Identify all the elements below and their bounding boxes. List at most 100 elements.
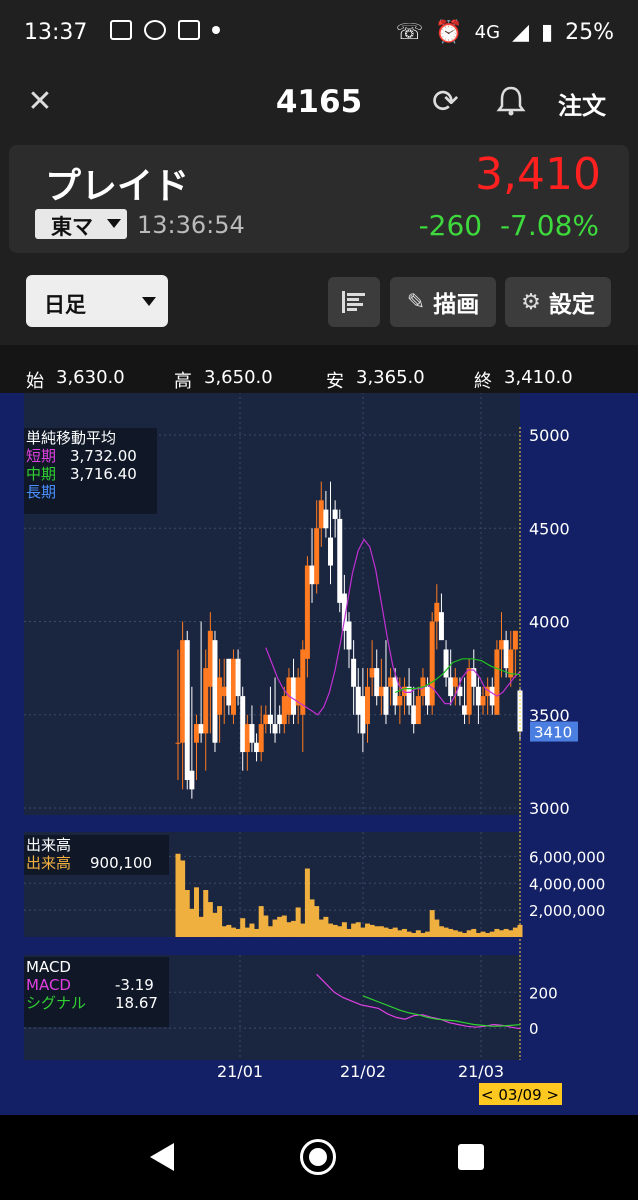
- volume-bar: [337, 926, 343, 937]
- volume-bar: [489, 931, 495, 937]
- chart-area[interactable]: 21/01 21/02 21/03 3000 3500 4000 4500 5000 3410 <…: [0, 27, 638, 1115]
- candle-up: [180, 640, 186, 743]
- volume-bar: [328, 923, 334, 937]
- volume-bar: [401, 928, 407, 937]
- ma-legend-value: 3,732.00: [70, 447, 137, 465]
- ma-legend-name: 中期: [26, 465, 56, 483]
- market-select[interactable]: 東マ: [35, 209, 127, 239]
- candle-up: [314, 528, 320, 585]
- battery-level: 25%: [565, 20, 614, 45]
- volume-bar: [397, 930, 403, 937]
- volume-bar: [291, 920, 297, 937]
- settings-button[interactable]: ⚙ 設定: [505, 277, 611, 327]
- volume-bar: [378, 926, 384, 937]
- candle-down: [291, 677, 297, 715]
- volume-bar: [235, 928, 241, 937]
- volume-bar: [475, 932, 481, 937]
- notification-icons: [110, 20, 220, 40]
- candle-up: [429, 621, 435, 706]
- period-select[interactable]: 日足: [26, 275, 168, 327]
- volume-bar: [212, 912, 218, 937]
- change-value: -260: [418, 209, 483, 242]
- macd-legend-value: -3.19: [115, 976, 154, 994]
- candle-down: [198, 724, 204, 734]
- low-value: 3,365.0: [356, 367, 425, 388]
- candle-up: [388, 677, 394, 687]
- candle-up: [281, 696, 287, 725]
- candle-down: [503, 640, 509, 669]
- volume-bar: [471, 928, 477, 937]
- recents-icon[interactable]: [458, 1144, 484, 1170]
- volume-bar: [503, 928, 509, 937]
- candle-up: [193, 724, 199, 743]
- candle-up: [466, 668, 472, 715]
- status-time: 13:37: [24, 20, 88, 45]
- volume-bar: [452, 930, 458, 937]
- ohlc-row: 始 3,630.0 高 3,650.0 安 3,365.0 終 3,410.0: [0, 345, 638, 393]
- candle-up: [512, 630, 518, 650]
- volume-bar: [258, 906, 264, 937]
- x-tick-label: 21/01: [217, 1062, 263, 1081]
- candle-down: [425, 686, 431, 706]
- candle-up: [378, 686, 384, 697]
- close-label: 終: [474, 371, 492, 392]
- back-icon[interactable]: [150, 1143, 174, 1171]
- volume-bar: [254, 928, 260, 937]
- high-value: 3,650.0: [204, 367, 273, 388]
- volume-bar: [346, 928, 352, 937]
- volume-bar: [221, 926, 227, 937]
- candle-up: [304, 565, 310, 659]
- volume-bar: [434, 919, 440, 937]
- candle-down: [374, 668, 380, 697]
- indicator-button[interactable]: [328, 277, 380, 327]
- update-time: 13:36:54: [137, 211, 245, 239]
- volume-bar: [508, 930, 514, 937]
- order-button[interactable]: 注文: [558, 86, 606, 121]
- settings-label: 設定: [548, 292, 595, 318]
- volume-bar: [189, 908, 195, 937]
- signal-icon: ◢: [512, 20, 529, 45]
- volume-legend-title: 出来高: [26, 836, 71, 854]
- volume-bar: [323, 916, 329, 937]
- volume-bar: [466, 930, 472, 937]
- alarm-icon: ⏰: [435, 20, 463, 45]
- draw-button[interactable]: ✎ 描画: [390, 277, 496, 327]
- refresh-icon[interactable]: ⟳: [432, 82, 459, 120]
- ma-legend-name: 長期: [26, 483, 56, 501]
- volume-tick-label: 4,000,000: [529, 875, 605, 893]
- x-tick-label: 21/02: [340, 1062, 386, 1081]
- volume-bar: [295, 907, 301, 937]
- system-nav-bar: [0, 1115, 638, 1200]
- candle-up: [203, 668, 209, 734]
- chart-svg[interactable]: 21/01 21/02 21/03300035004000450050003410<…: [0, 27, 638, 1115]
- candle-down: [448, 677, 454, 697]
- candle-down: [351, 658, 357, 687]
- candle-down: [189, 770, 195, 790]
- volume-bar: [517, 924, 523, 937]
- bell-icon[interactable]: [494, 84, 528, 118]
- candle-up: [434, 602, 440, 622]
- ma-legend-title: 単純移動平均: [26, 429, 116, 447]
- app-header: ✕ 4165 ⟳ 注文: [0, 70, 638, 136]
- volume-bar: [249, 923, 255, 937]
- candle-down: [475, 686, 481, 706]
- volume-legend-value: 900,100: [90, 854, 152, 872]
- volume-tick-label: 2,000,000: [529, 902, 605, 920]
- volume-bar: [443, 927, 449, 937]
- home-icon[interactable]: [300, 1139, 336, 1175]
- volume-bar: [175, 853, 181, 937]
- volume-bar: [318, 919, 324, 937]
- y-tick-label: 3000: [529, 799, 570, 818]
- volume-bar: [448, 928, 454, 937]
- volume-bar: [244, 927, 250, 937]
- gear-icon: ⚙: [521, 289, 541, 315]
- candle-down: [328, 537, 334, 566]
- pencil-icon: ✎: [406, 289, 426, 315]
- chart-toolbar: 日足 ✎ 描画 ⚙ 設定: [0, 253, 638, 345]
- volume-bar: [485, 932, 491, 937]
- volume-bar: [281, 915, 287, 937]
- volume-bar: [351, 923, 357, 937]
- bars-icon: [342, 291, 365, 313]
- volume-bar: [184, 890, 190, 937]
- draw-label: 描画: [433, 292, 480, 318]
